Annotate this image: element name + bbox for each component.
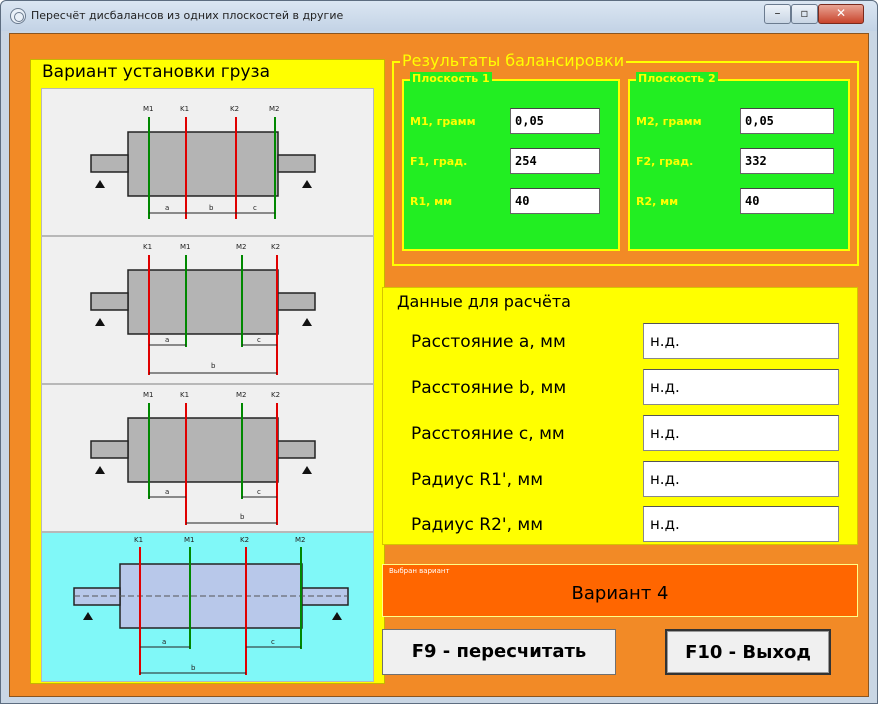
m1-field[interactable]: 0,05 xyxy=(510,108,600,134)
minimize-button[interactable]: – xyxy=(764,4,791,24)
variant-4-dim-label: a xyxy=(162,638,166,646)
variant-4-option[interactable]: K1 M1 K2 M2 a c b xyxy=(41,532,374,682)
r1-field[interactable]: 40 xyxy=(510,188,600,214)
variant-4-plane-label: M2 xyxy=(295,536,306,544)
app-icon[interactable] xyxy=(10,8,26,24)
variant-1-plane-label: K1 xyxy=(180,105,189,113)
f2-label: F2, град. xyxy=(636,155,694,168)
variant-3-dim-label: a xyxy=(165,488,169,496)
variant-3-plane-label: K1 xyxy=(180,391,189,399)
variant-1-option[interactable]: M1 K1 K2 M2 a b c xyxy=(41,88,374,236)
variant-panel-title: Вариант установки груза xyxy=(42,62,270,82)
variant-2-dim-label: b xyxy=(211,362,216,370)
radius-r2-label: Радиус R2', мм xyxy=(411,515,544,535)
calc-data-title: Данные для расчёта xyxy=(397,292,571,311)
variant-1-diagram: M1 K1 K2 M2 a b c xyxy=(90,105,316,219)
radius-r1-field[interactable]: н.д. xyxy=(643,461,839,497)
selected-variant-group: Выбран вариант Вариант 4 xyxy=(382,564,858,617)
distance-b-label: Расстояние b, мм xyxy=(411,378,567,398)
results-title: Результаты балансировки xyxy=(400,51,627,70)
distance-a-field[interactable]: н.д. xyxy=(643,323,839,359)
variant-2-plane-label: K1 xyxy=(143,243,152,251)
variant-3-diagram: M1 K1 M2 K2 a c b xyxy=(90,391,316,525)
variant-3-dim-label: b xyxy=(240,513,245,521)
exit-button[interactable]: F10 - Выход xyxy=(665,629,831,675)
f1-field[interactable]: 254 xyxy=(510,148,600,174)
distance-c-field[interactable]: н.д. xyxy=(643,415,839,451)
selected-variant-value: Вариант 4 xyxy=(571,583,669,604)
m1-label: M1, грамм xyxy=(410,115,476,128)
r2-field[interactable]: 40 xyxy=(740,188,834,214)
variant-4-diagram: K1 M1 K2 M2 a c b xyxy=(73,536,349,675)
variant-4-dim-label: b xyxy=(191,664,196,672)
maximize-button[interactable]: ▫ xyxy=(791,4,818,24)
variant-4-plane-label: M1 xyxy=(184,536,195,544)
m2-field[interactable]: 0,05 xyxy=(740,108,834,134)
variant-4-dim-label: c xyxy=(271,638,275,646)
variant-2-dim-label: a xyxy=(165,336,169,344)
variant-2-option[interactable]: K1 M1 M2 K2 a c b xyxy=(41,236,374,384)
selected-variant-caption: Выбран вариант xyxy=(389,567,450,575)
variant-2-dim-label: c xyxy=(257,336,261,344)
distance-c-label: Расстояние c, мм xyxy=(411,424,565,444)
app-window: Пересчёт дисбалансов из одних плоскостей… xyxy=(0,0,878,704)
variant-1-dim-label: b xyxy=(209,204,214,212)
variant-2-plane-label: M2 xyxy=(236,243,247,251)
variant-2-diagram: K1 M1 M2 K2 a c b xyxy=(90,243,316,375)
client-area: Вариант установки груза M1 K1 K2 M2 a b … xyxy=(9,33,869,697)
plane-1-group: Плоскость 1 M1, грамм 0,05 F1, град. 254… xyxy=(402,72,620,251)
variant-1-plane-label: M1 xyxy=(143,105,154,113)
window-title: Пересчёт дисбалансов из одних плоскостей… xyxy=(31,9,344,22)
variant-3-plane-label: K2 xyxy=(271,391,280,399)
distance-a-label: Расстояние a, мм xyxy=(411,332,566,352)
variant-panel: Вариант установки груза M1 K1 K2 M2 a b … xyxy=(30,59,385,684)
variant-1-plane-label: M2 xyxy=(269,105,280,113)
variant-3-plane-label: M1 xyxy=(143,391,154,399)
plane-2-title: Плоскость 2 xyxy=(636,72,718,85)
variant-4-plane-label: K2 xyxy=(240,536,249,544)
variant-1-dim-label: a xyxy=(165,204,169,212)
m2-label: M2, грамм xyxy=(636,115,702,128)
variant-2-plane-label: K2 xyxy=(271,243,280,251)
calc-data-group: Данные для расчёта Расстояние a, мм н.д.… xyxy=(382,287,858,545)
variant-4-plane-label: K1 xyxy=(134,536,143,544)
variant-2-plane-label: M1 xyxy=(180,243,191,251)
variant-3-option[interactable]: M1 K1 M2 K2 a c b xyxy=(41,384,374,532)
close-button[interactable]: ✕ xyxy=(818,4,864,24)
f2-field[interactable]: 332 xyxy=(740,148,834,174)
plane-2-group: Плоскость 2 M2, грамм 0,05 F2, град. 332… xyxy=(628,72,850,251)
variant-1-plane-label: K2 xyxy=(230,105,239,113)
radius-r1-label: Радиус R1', мм xyxy=(411,470,544,490)
r1-label: R1, мм xyxy=(410,195,453,208)
radius-r2-field[interactable]: н.д. xyxy=(643,506,839,542)
variant-3-plane-label: M2 xyxy=(236,391,247,399)
variant-1-dim-label: c xyxy=(253,204,257,212)
distance-b-field[interactable]: н.д. xyxy=(643,369,839,405)
recalculate-button[interactable]: F9 - пересчитать xyxy=(382,629,616,675)
title-bar[interactable]: Пересчёт дисбалансов из одних плоскостей… xyxy=(1,1,877,31)
plane-1-title: Плоскость 1 xyxy=(410,72,492,85)
r2-label: R2, мм xyxy=(636,195,679,208)
f1-label: F1, град. xyxy=(410,155,468,168)
variant-3-dim-label: c xyxy=(257,488,261,496)
results-group: Результаты балансировки Плоскость 1 M1, … xyxy=(392,51,859,266)
